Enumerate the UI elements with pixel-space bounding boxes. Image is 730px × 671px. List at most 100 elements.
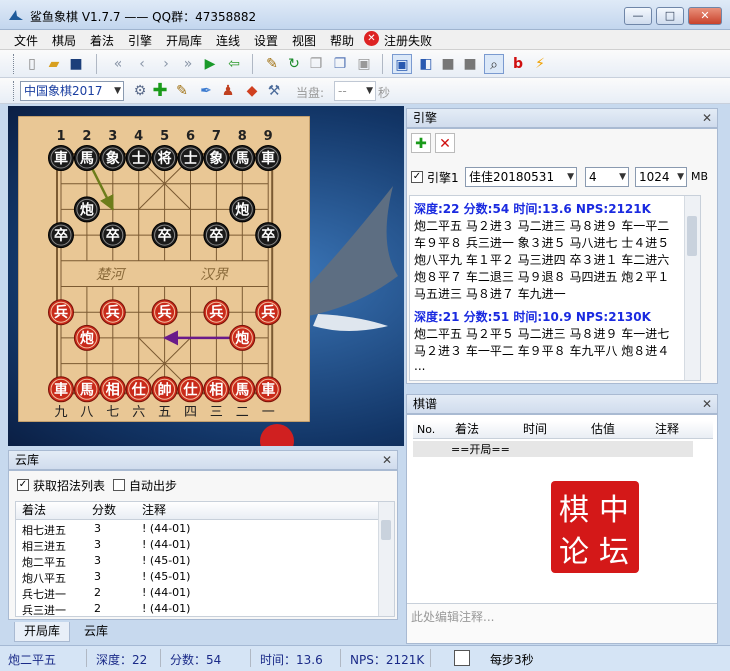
cloud-move-list[interactable]: 着法 分数 注释 相七进五 3 ! (44-01) 相三进五 3 ! (44-01) 炮二平…: [15, 501, 395, 617]
b-icon[interactable]: b: [508, 54, 528, 74]
menu-engine[interactable]: 引擎: [128, 32, 152, 49]
engine1-checkbox[interactable]: ✓: [411, 171, 423, 183]
black-piece[interactable]: 卒: [203, 222, 230, 249]
paste-icon[interactable]: ▣: [354, 54, 374, 74]
table-row[interactable]: 兵三进一 2 ! (44-01): [16, 602, 378, 616]
black-piece[interactable]: 炮: [73, 196, 100, 223]
black-piece[interactable]: 卒: [99, 222, 126, 249]
black-piece[interactable]: 象: [203, 145, 230, 171]
red-piece[interactable]: 相: [203, 376, 230, 403]
copy-fen-icon[interactable]: ❐: [330, 54, 350, 74]
layout4-icon[interactable]: ■: [460, 54, 480, 74]
undo-arrow-icon[interactable]: ⇦: [224, 54, 244, 74]
fetch-moves-checkbox[interactable]: ✓: [17, 479, 29, 491]
red-piece[interactable]: 仕: [177, 376, 204, 403]
black-piece[interactable]: 車: [48, 145, 74, 171]
menu-register-failed[interactable]: 注册失败: [384, 32, 432, 49]
close-icon[interactable]: ✕: [702, 109, 712, 127]
toolbar-grip[interactable]: [13, 54, 16, 74]
threads-select[interactable]: 4 ▼: [585, 167, 629, 187]
variant-select[interactable]: 中国象棋2017 ▼: [20, 81, 124, 101]
menu-help[interactable]: 帮助: [330, 32, 354, 49]
red-piece[interactable]: 兵: [99, 299, 126, 326]
add-icon[interactable]: ✚: [150, 81, 170, 101]
close-button[interactable]: ✕: [688, 7, 722, 25]
lightning-icon[interactable]: ⚡: [530, 54, 550, 74]
black-piece[interactable]: 卒: [151, 222, 178, 249]
toolbar-grip[interactable]: [13, 81, 16, 101]
open-folder-icon[interactable]: ▰: [44, 54, 64, 74]
black-piece[interactable]: 馬: [73, 145, 100, 171]
last-move-icon[interactable]: »: [178, 54, 198, 74]
zoom-icon[interactable]: ⌕: [484, 54, 504, 74]
layout3-icon[interactable]: ■: [438, 54, 458, 74]
menu-file[interactable]: 文件: [14, 32, 38, 49]
table-row[interactable]: 相七进五 3 ! (44-01): [16, 522, 378, 538]
red-piece[interactable]: 帥: [151, 376, 178, 403]
black-piece[interactable]: 士: [177, 145, 204, 171]
refresh-icon[interactable]: ↻: [284, 54, 304, 74]
red-piece[interactable]: 兵: [203, 299, 230, 326]
black-piece[interactable]: 卒: [255, 222, 282, 249]
edit-board-icon[interactable]: ✎: [262, 54, 282, 74]
close-icon[interactable]: ✕: [702, 395, 712, 413]
next-move-icon[interactable]: ›: [156, 54, 176, 74]
red-piece[interactable]: 車: [48, 376, 74, 403]
tab-cloud[interactable]: 云库: [72, 622, 120, 642]
table-row[interactable]: 兵七进一 2 ! (44-01): [16, 586, 378, 602]
black-piece[interactable]: 車: [255, 145, 282, 171]
menu-moves[interactable]: 着法: [90, 32, 114, 49]
add-engine-icon[interactable]: ✚: [411, 133, 431, 153]
black-piece[interactable]: 炮: [229, 196, 256, 223]
scroll-thumb[interactable]: [687, 216, 697, 256]
remove-engine-icon[interactable]: ✕: [435, 133, 455, 153]
red-piece[interactable]: 相: [99, 376, 126, 403]
eraser-icon[interactable]: ◆: [242, 81, 262, 101]
black-piece[interactable]: 将: [151, 145, 178, 171]
play-icon[interactable]: ▶: [200, 54, 220, 74]
table-row[interactable]: 炮二平五 3 ! (45-01): [16, 554, 378, 570]
black-piece[interactable]: 馬: [229, 145, 256, 171]
black-piece[interactable]: 卒: [48, 222, 74, 249]
cloud-scrollbar[interactable]: [378, 502, 394, 616]
analysis-scrollbar[interactable]: [684, 196, 700, 380]
black-piece[interactable]: 士: [125, 145, 152, 171]
menu-connect[interactable]: 连线: [216, 32, 240, 49]
status-progress-icon[interactable]: [454, 650, 470, 666]
first-move-icon[interactable]: «: [108, 54, 128, 74]
red-piece[interactable]: 炮: [229, 324, 256, 351]
user-icon[interactable]: ♟: [218, 81, 238, 101]
new-file-icon[interactable]: ▯: [22, 54, 42, 74]
menu-view[interactable]: 视图: [292, 32, 316, 49]
chess-board[interactable]: 楚河 汉界 123456789 九八七六五四三二一 車馬象士将士象馬車炮 炮卒卒卒…: [18, 116, 310, 422]
red-piece[interactable]: 兵: [151, 299, 178, 326]
engine-analysis-output[interactable]: 深度:22 分数:54 时间:13.6 NPS:2121K 炮二平五 马２进３ …: [409, 195, 701, 381]
engine-select[interactable]: 佳佳20180531 ▼: [465, 167, 577, 187]
red-piece[interactable]: 馬: [73, 376, 100, 403]
close-icon[interactable]: ✕: [382, 451, 392, 469]
black-piece[interactable]: 象: [99, 145, 126, 171]
red-piece[interactable]: 兵: [48, 299, 74, 326]
layout1-icon[interactable]: ▣: [392, 54, 412, 74]
save-icon[interactable]: ■: [66, 54, 86, 74]
menu-game[interactable]: 棋局: [52, 32, 76, 49]
qipu-start-row[interactable]: ==开局==: [413, 441, 693, 457]
tab-opening-book[interactable]: 开局库: [14, 622, 70, 642]
copy-icon[interactable]: ❐: [306, 54, 326, 74]
minimize-button[interactable]: —: [624, 7, 652, 25]
red-piece[interactable]: 仕: [125, 376, 152, 403]
layout2-icon[interactable]: ◧: [416, 54, 436, 74]
auto-move-checkbox[interactable]: [113, 479, 125, 491]
current-board-select[interactable]: -- ▼: [334, 81, 376, 101]
red-piece[interactable]: 馬: [229, 376, 256, 403]
maximize-button[interactable]: □: [656, 7, 684, 25]
red-piece[interactable]: 車: [255, 376, 282, 403]
scroll-thumb[interactable]: [381, 520, 391, 540]
red-piece[interactable]: 兵: [255, 299, 282, 326]
hash-select[interactable]: 1024 ▼: [635, 167, 687, 187]
table-row[interactable]: 炮八平五 3 ! (45-01): [16, 570, 378, 586]
engine-config-icon[interactable]: ⚙: [130, 81, 150, 101]
comment-editor[interactable]: 此处编辑注释...: [407, 603, 717, 643]
menu-settings[interactable]: 设置: [254, 32, 278, 49]
tool-icon[interactable]: ⚒: [264, 81, 284, 101]
